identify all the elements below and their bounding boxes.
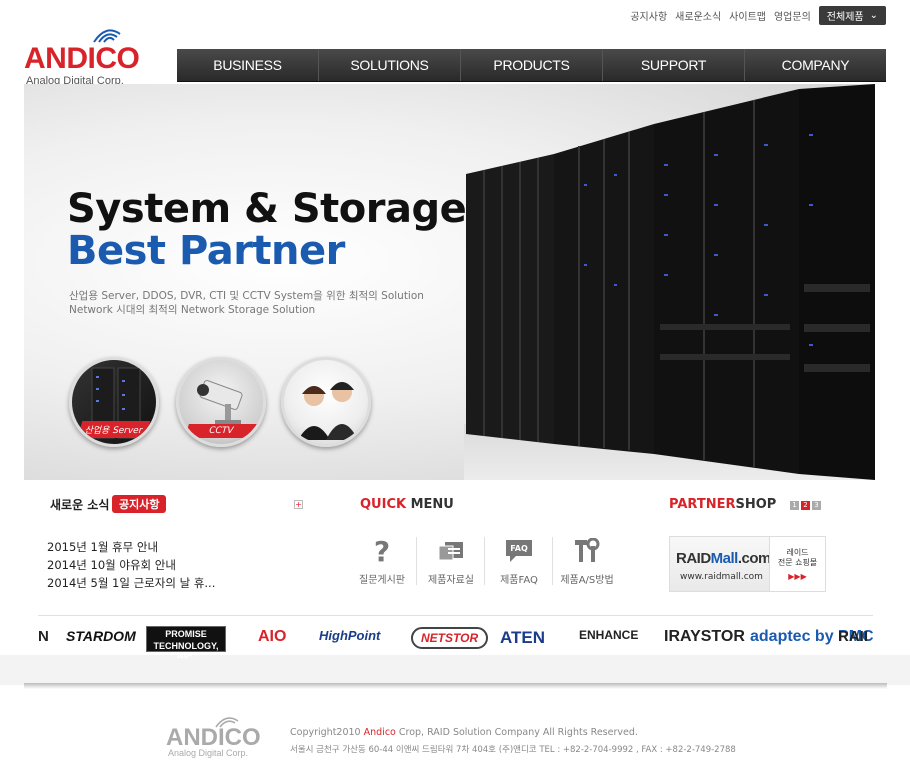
tools-icon — [557, 535, 617, 567]
hero-title-line1: System & Storage — [67, 186, 467, 232]
raidmall-side: 레이드 전문 쇼핑몰 ▶▶▶ — [769, 537, 825, 591]
logo-brand: ANDICO — [24, 42, 140, 75]
raidmall-url: www.raidmall.com — [680, 572, 763, 582]
cctv-circle-button[interactable]: CCTV — [176, 357, 266, 447]
hero-desc-line1: 산업용 Server, DDOS, DVR, CTI 및 CCTV System… — [69, 290, 424, 302]
raidmall-name-3: .com — [737, 550, 772, 567]
server-circle-button[interactable]: 산업용 Server — [69, 357, 159, 447]
quick-menu-title-red: QUICK — [360, 497, 407, 512]
partnershop-pager: 1 2 3 — [790, 501, 821, 510]
divider — [484, 537, 485, 585]
raidmall-logo: RAIDMall.com — [676, 550, 771, 567]
partner-logo[interactable]: HighPoint — [319, 628, 380, 643]
partner-logo[interactable]: NETSTOR — [411, 627, 489, 649]
arrow-right-icon: ▶▶▶ — [788, 572, 807, 581]
news-list: 2015년 1월 휴무 안내 2014년 10월 야유회 안내 2014년 5월… — [47, 538, 215, 592]
pager-1[interactable]: 1 — [790, 501, 799, 510]
chevron-down-icon: ⌄ — [869, 10, 878, 21]
news-item[interactable]: 2014년 10월 야유회 안내 — [47, 556, 215, 574]
footer-shadow — [24, 683, 887, 689]
util-link-sales[interactable]: 영업문의 — [774, 8, 811, 23]
quick-as[interactable]: 제품A/S방법 — [557, 535, 617, 586]
cti-circle-button[interactable] — [281, 357, 371, 447]
notice-tab[interactable]: 공지사항 — [112, 495, 167, 513]
footer-address: 서울시 금천구 가산동 60-44 이앤씨 드림타워 7차 404호 (주)앤디… — [290, 745, 736, 755]
main-nav: BUSINESS SOLUTIONS PRODUCTS SUPPORT COMP… — [177, 49, 886, 82]
copyright-post: Crop, RAID Solution Company All Rights R… — [395, 727, 638, 738]
quick-qna[interactable]: ? 질문게시판 — [352, 534, 412, 587]
hero-banner: System & Storage Best Partner 산업용 Server… — [24, 84, 875, 480]
quick-menu-title-rest: MENU — [406, 497, 454, 512]
partner-logo[interactable]: IRAYSTOR — [664, 628, 745, 646]
util-link-news[interactable]: 새로운소식 — [675, 8, 721, 23]
server-room-image — [464, 84, 875, 480]
document-icon — [421, 535, 481, 567]
hero-title-line2: Best Partner — [67, 228, 345, 274]
footer-logo: ANDICO Analog Digital Corp. — [166, 712, 266, 762]
cti-circle-label — [291, 434, 360, 438]
logos-divider — [38, 615, 873, 616]
partnershop-title: PARTNERSHOP — [669, 497, 776, 512]
copyright-company: Andico — [363, 727, 396, 738]
util-link-sitemap[interactable]: 사이트맵 — [729, 8, 766, 23]
lower-strip — [0, 655, 910, 685]
partner-logo[interactable]: PROMISE TECHNOLOGY, INC. — [146, 626, 226, 658]
partner-logo[interactable]: RAII — [838, 628, 868, 645]
partner-logos-strip: N STARDOM PROMISE TECHNOLOGY, INC. AIO H… — [38, 622, 873, 658]
site-logo[interactable]: ANDICO Analog Digital Corp. — [24, 22, 159, 92]
utility-bar: 공지사항 새로운소식 사이트맵 영업문의 전체제품 ⌄ — [630, 6, 886, 25]
hero-desc-line2: Network 시대의 최적의 Network Storage Solution — [69, 304, 316, 316]
quick-faq[interactable]: FAQ 제품FAQ — [489, 535, 549, 586]
partner-logo[interactable]: ENHANCE — [579, 628, 638, 642]
more-plus-icon[interactable]: + — [294, 500, 303, 509]
raidmall-side-text: 레이드 전문 쇼핑몰 — [777, 548, 818, 567]
partner-logo[interactable]: ATEN — [500, 628, 545, 648]
nav-products[interactable]: PRODUCTS — [461, 49, 603, 81]
raidmall-name-1: RAID — [676, 550, 711, 567]
nav-business[interactable]: BUSINESS — [177, 49, 319, 81]
raidmall-name-2: Mall — [710, 550, 739, 567]
news-item[interactable]: 2014년 5월 1일 근로자의 날 휴... — [47, 574, 215, 592]
quick-qna-label: 질문게시판 — [359, 575, 405, 586]
footer-copyright: Copyright2010 Andico Crop, RAID Solution… — [290, 727, 638, 738]
partner-logo[interactable]: AIO — [258, 628, 286, 646]
copyright-pre: Copyright2010 — [290, 727, 364, 738]
partnershop-title-red: PARTNER — [669, 497, 736, 512]
hero-description: 산업용 Server, DDOS, DVR, CTI 및 CCTV System… — [69, 289, 424, 317]
partnershop-title-rest: SHOP — [735, 497, 777, 512]
svg-text:FAQ: FAQ — [510, 544, 528, 553]
pager-2[interactable]: 2 — [801, 501, 810, 510]
quick-faq-label: 제품FAQ — [500, 575, 538, 586]
all-products-label: 전체제품 — [826, 12, 864, 23]
nav-support[interactable]: SUPPORT — [603, 49, 745, 81]
server-circle-label: 산업용 Server — [77, 421, 151, 438]
all-products-dropdown[interactable]: 전체제품 ⌄ — [818, 6, 886, 25]
news-item[interactable]: 2015년 1월 휴무 안내 — [47, 538, 215, 556]
signal-wave-icon — [93, 29, 121, 43]
partner-logo[interactable]: STARDOM — [66, 628, 136, 644]
nav-company[interactable]: COMPANY — [745, 49, 886, 81]
quick-downloads-label: 제품자료실 — [428, 575, 474, 586]
question-mark-icon: ? — [373, 534, 391, 568]
news-title: 새로운 소식 — [50, 498, 110, 512]
divider — [416, 537, 417, 585]
quick-menu-title: QUICK MENU — [360, 497, 454, 512]
pager-3[interactable]: 3 — [812, 501, 821, 510]
quick-as-label: 제품A/S방법 — [560, 575, 614, 586]
divider — [552, 537, 553, 585]
raidmall-banner[interactable]: RAIDMall.com www.raidmall.com 레이드 전문 쇼핑몰… — [669, 536, 826, 592]
nav-solutions[interactable]: SOLUTIONS — [319, 49, 461, 81]
faq-bubble-icon: FAQ — [489, 535, 549, 567]
util-link-notice[interactable]: 공지사항 — [630, 8, 667, 23]
partner-logo[interactable]: N — [38, 628, 49, 645]
footer-tagline: Analog Digital Corp. — [168, 748, 249, 758]
quick-downloads[interactable]: 제품자료실 — [421, 535, 481, 586]
cctv-circle-label: CCTV — [185, 424, 257, 438]
